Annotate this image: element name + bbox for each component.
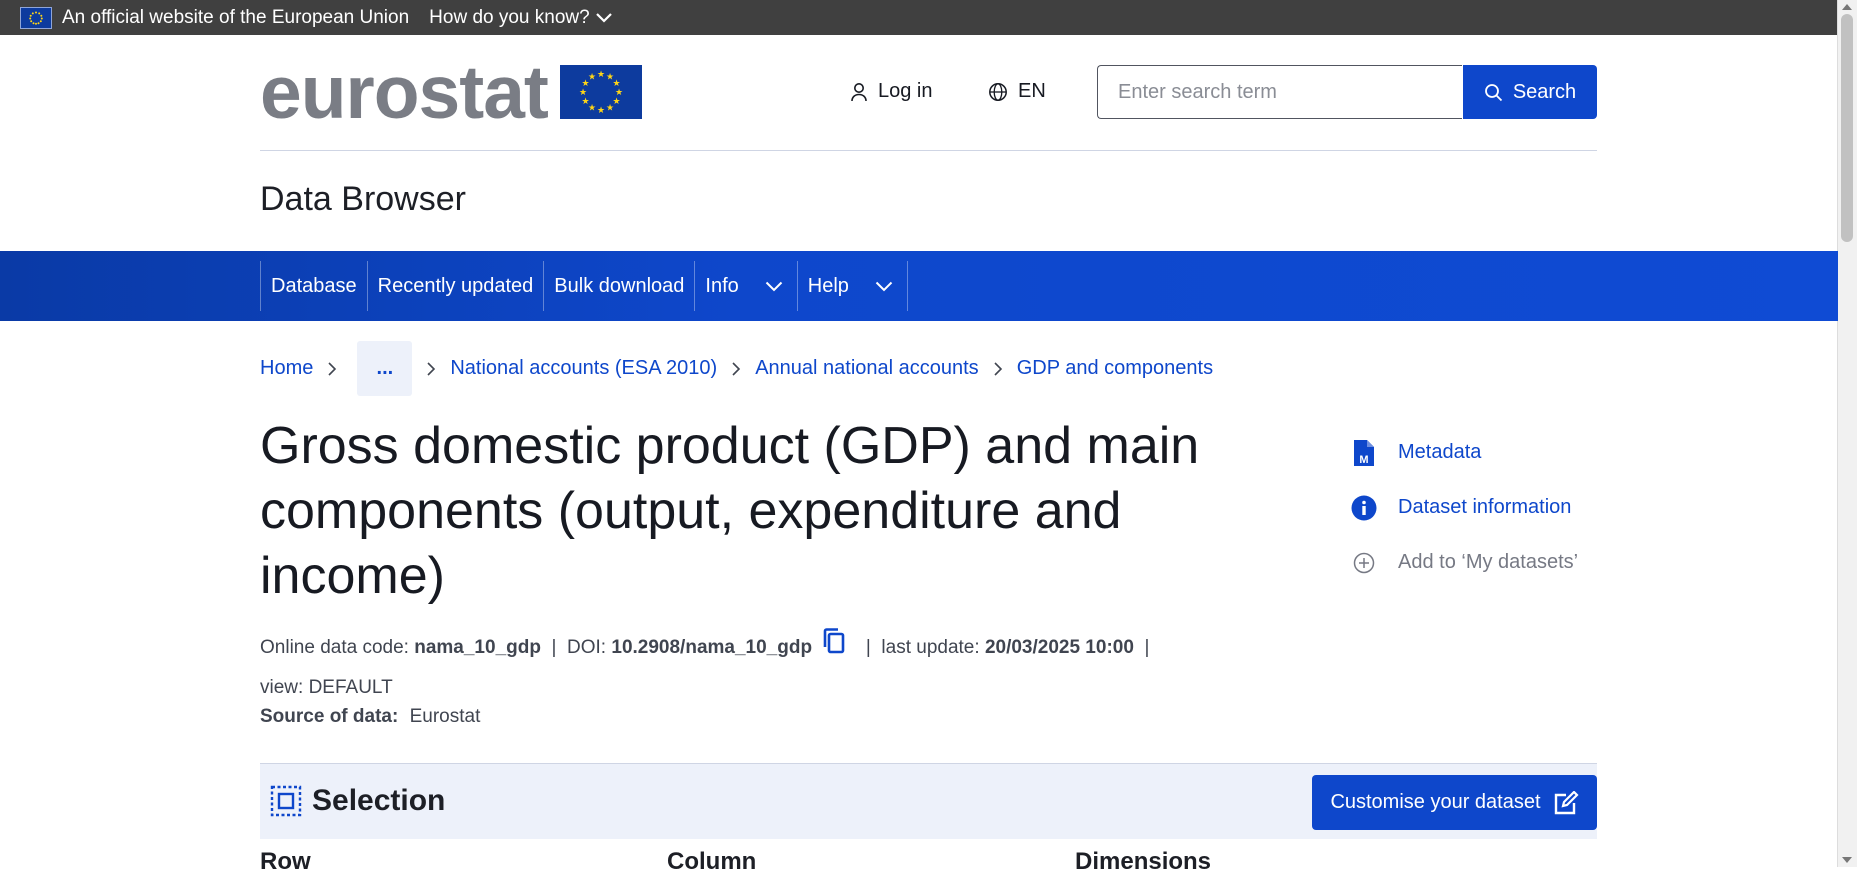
nav-item-label: Bulk download — [554, 274, 685, 297]
chevron-down-icon — [765, 281, 782, 291]
nav-item-label: Info — [705, 274, 739, 297]
login-label: Log in — [878, 80, 933, 102]
copy-icon[interactable] — [821, 627, 847, 669]
chevron-right-icon — [327, 361, 337, 377]
dataset-information-link[interactable]: Dataset information — [1350, 480, 1578, 535]
last-update-label: last update: — [881, 637, 980, 659]
customise-dataset-label: Customise your dataset — [1330, 791, 1541, 813]
selection-icon — [270, 785, 302, 817]
source-value: Eurostat — [409, 706, 481, 727]
main-navigation: Database Recently updated Bulk download … — [0, 251, 1838, 321]
page-title: Gross domestic product (GDP) and main co… — [260, 417, 1200, 605]
globe-icon — [989, 82, 1007, 101]
eu-official-banner: An official website of the European Unio… — [0, 0, 1838, 35]
doi-value: 10.2908/nama_10_gdp — [611, 637, 813, 659]
doi-label: DOI: — [567, 637, 607, 659]
breadcrumb-gdp-and-components[interactable]: GDP and components — [1017, 357, 1213, 380]
scrollbar-thumb[interactable] — [1841, 14, 1853, 242]
nav-item-bulk-download[interactable]: Bulk download — [543, 261, 694, 311]
login-link[interactable]: Log in — [850, 80, 933, 103]
info-icon — [1350, 495, 1378, 521]
search-field[interactable] — [1097, 65, 1462, 119]
chevron-right-icon — [993, 361, 1003, 377]
nav-item-label: Help — [807, 274, 849, 297]
svg-text:★: ★ — [581, 97, 589, 107]
how-do-you-know-toggle[interactable]: How do you know? — [429, 7, 612, 29]
search-button[interactable]: Search — [1463, 65, 1597, 119]
column-header: Column — [667, 848, 757, 875]
language-code: EN — [1018, 80, 1046, 102]
nav-item-database[interactable]: Database — [260, 261, 367, 311]
language-selector[interactable]: EN — [988, 80, 1046, 103]
svg-text:M: M — [1359, 454, 1368, 466]
breadcrumb-annual-national-accounts[interactable]: Annual national accounts — [755, 357, 979, 380]
breadcrumb-home[interactable]: Home — [260, 357, 313, 380]
chevron-right-icon — [731, 361, 741, 377]
search-button-label: Search — [1512, 80, 1577, 103]
how-do-you-know-label: How do you know? — [429, 6, 590, 28]
search-input[interactable] — [1098, 66, 1462, 118]
breadcrumb-ellipsis-button[interactable]: ... — [357, 341, 413, 396]
dimensions-header: Dimensions — [1075, 848, 1212, 875]
svg-text:★: ★ — [597, 106, 605, 116]
last-update-value: 20/03/2025 10:00 — [984, 637, 1134, 659]
eurostat-logo[interactable]: eurostat ★ ★ ★ ★ ★ ★ ★ ★ ★ ★ ★ ★ — [260, 50, 642, 134]
source-label: Source of data: — [260, 706, 399, 727]
dataset-information-label: Dataset information — [1398, 496, 1572, 518]
plus-circle-icon — [1350, 552, 1378, 574]
eu-flag-logo-icon: ★ ★ ★ ★ ★ ★ ★ ★ ★ ★ ★ ★ — [559, 65, 642, 119]
selection-title: Selection — [312, 784, 446, 817]
nav-item-label: Database — [271, 274, 357, 297]
metadata-label: Metadata — [1398, 441, 1482, 463]
svg-text:★: ★ — [606, 104, 614, 114]
add-to-my-datasets-link[interactable]: Add to ‘My datasets’ — [1350, 535, 1578, 590]
svg-text:★: ★ — [579, 88, 587, 98]
user-icon — [851, 82, 867, 101]
metadata-link[interactable]: M Metadata — [1350, 425, 1578, 480]
search-icon — [1484, 83, 1502, 101]
nav-item-help[interactable]: Help — [796, 261, 908, 311]
svg-text:★: ★ — [597, 70, 605, 80]
source-of-data: Source of data: Eurostat — [260, 706, 480, 728]
chevron-down-icon — [875, 281, 893, 291]
eu-flag-icon — [20, 6, 52, 29]
dataset-actions: M Metadata Dataset information Add to ‘M… — [1350, 425, 1578, 590]
row-header: Row — [260, 848, 311, 875]
breadcrumb: Home ... National accounts (ESA 2010) An… — [260, 341, 1213, 396]
chevron-right-icon — [426, 361, 436, 377]
add-to-my-datasets-label: Add to ‘My datasets’ — [1398, 551, 1579, 573]
nav-item-label: Recently updated — [377, 274, 534, 297]
chevron-down-icon — [595, 12, 612, 23]
customise-dataset-button[interactable]: Customise your dataset — [1312, 775, 1597, 830]
header-divider — [260, 150, 1597, 151]
online-data-code-label: Online data code: — [260, 637, 409, 659]
official-website-text: An official website of the European Unio… — [62, 6, 410, 28]
edit-icon — [1554, 790, 1579, 814]
page-scrollbar[interactable] — [1837, 0, 1857, 867]
dataset-meta: Online data code: nama_10_gdp | DOI: 10.… — [260, 627, 1260, 707]
nav-item-info[interactable]: Info — [694, 261, 796, 311]
metadata-file-icon: M — [1350, 439, 1378, 467]
scroll-down-arrow-icon[interactable] — [1842, 857, 1852, 863]
online-data-code: nama_10_gdp — [414, 637, 541, 659]
site-title[interactable]: Data Browser — [260, 180, 466, 219]
scroll-up-arrow-icon[interactable] — [1842, 4, 1852, 10]
svg-text:★: ★ — [588, 73, 596, 83]
view-label: view: DEFAULT — [260, 677, 393, 698]
breadcrumb-national-accounts[interactable]: National accounts (ESA 2010) — [450, 357, 717, 380]
nav-item-recently-updated[interactable]: Recently updated — [366, 261, 544, 311]
logo-wordmark: eurostat — [260, 50, 549, 134]
